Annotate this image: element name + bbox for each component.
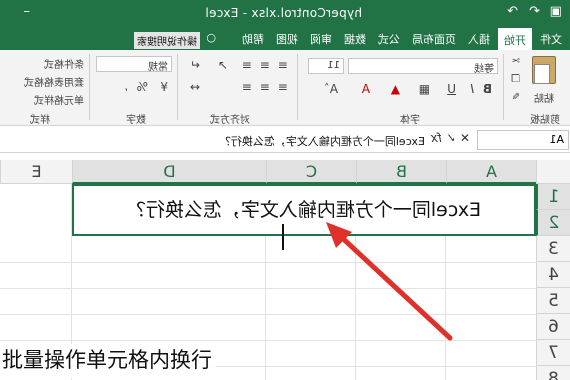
caption-text: 批量操作单元格内换行: [0, 344, 216, 378]
screenshot: ▣ ↶ ↷ hyperControl.xlsx - Excel – 文件 开始 …: [0, 0, 570, 380]
annotation-arrow: [326, 222, 453, 341]
arrow-shaft: [335, 231, 453, 341]
